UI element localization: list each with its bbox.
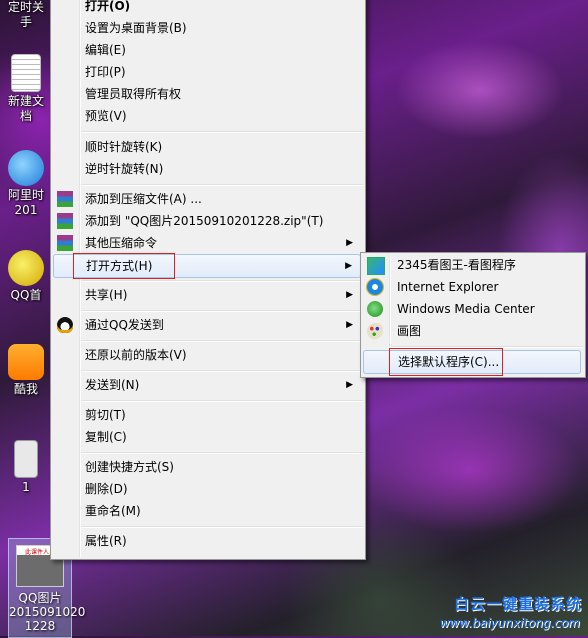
menu-item-label: 删除(D)	[85, 482, 128, 496]
winrar-icon	[57, 235, 73, 251]
menu-item-label: 还原以前的版本(V)	[85, 348, 187, 362]
submenu-item-2345-viewer[interactable]: 2345看图王-看图程序	[363, 254, 581, 276]
selected-file-label: QQ图片 2015091020 1228	[9, 591, 86, 633]
menu-item-label: 打开(O)	[85, 0, 131, 13]
menu-item-label: 其他压缩命令	[85, 236, 158, 250]
internet-explorer-icon	[367, 279, 383, 295]
menu-item-share[interactable]: 共享(H) ▶	[53, 284, 361, 306]
menu-separator	[81, 131, 363, 133]
menu-item-label: 设置为桌面背景(B)	[85, 21, 187, 35]
desktop-icon-aliwangwang[interactable]: 阿里时 201	[0, 150, 52, 218]
menu-item-label: 顺时针旋转(K)	[85, 140, 163, 154]
menu-item-label: 添加到压缩文件(A) ...	[85, 192, 202, 206]
submenu-arrow-icon: ▶	[346, 320, 353, 330]
menu-item-label: 复制(C)	[85, 430, 127, 444]
submenu-item-label: 2345看图王-看图程序	[397, 258, 516, 272]
submenu-item-label: 画图	[397, 324, 422, 338]
submenu-item-label: Internet Explorer	[397, 280, 499, 294]
menu-item-copy[interactable]: 复制(C)	[53, 426, 361, 448]
desktop-icon-label: 酷我	[13, 382, 38, 396]
menu-item-other-compress[interactable]: 其他压缩命令 ▶	[53, 232, 361, 254]
menu-separator	[81, 280, 363, 282]
menu-item-label: 逆时针旋转(N)	[85, 162, 164, 176]
menu-item-label: 重命名(M)	[85, 504, 141, 518]
menu-item-delete[interactable]: 删除(D)	[53, 478, 361, 500]
menu-item-send-to[interactable]: 发送到(N) ▶	[53, 374, 361, 396]
submenu-arrow-icon: ▶	[346, 290, 353, 300]
menu-item-cut[interactable]: 剪切(T)	[53, 404, 361, 426]
menu-item-label: 通过QQ发送到	[85, 318, 164, 332]
menu-item-label: 发送到(N)	[85, 378, 140, 392]
menu-separator	[81, 452, 363, 454]
menu-item-take-ownership[interactable]: 管理员取得所有权	[53, 83, 361, 105]
menu-item-label: 管理员取得所有权	[85, 87, 182, 101]
qq-penguin-icon	[57, 317, 73, 333]
menu-item-label: 打印(P)	[85, 65, 126, 79]
menu-item-send-via-qq[interactable]: 通过QQ发送到 ▶	[53, 314, 361, 336]
menu-item-label: 属性(R)	[85, 534, 127, 548]
qq-browser-icon	[8, 250, 44, 286]
desktop-icon-file[interactable]: 1	[0, 440, 52, 495]
menu-item-set-wallpaper[interactable]: 设置为桌面背景(B)	[53, 17, 361, 39]
menu-item-print[interactable]: 打印(P)	[53, 61, 361, 83]
menu-item-create-shortcut[interactable]: 创建快捷方式(S)	[53, 456, 361, 478]
desktop-icon-label: 阿里时 201	[7, 188, 44, 217]
menu-item-add-to-zip[interactable]: 添加到 "QQ图片20150910201228.zip"(T)	[53, 210, 361, 232]
menu-item-label: 编辑(E)	[85, 43, 126, 57]
menu-item-preview[interactable]: 预览(V)	[53, 105, 361, 127]
menu-item-restore-versions[interactable]: 还原以前的版本(V)	[53, 344, 361, 366]
menu-separator	[81, 340, 363, 342]
winrar-icon	[57, 213, 73, 229]
menu-item-rotate-cw[interactable]: 顺时针旋转(K)	[53, 136, 361, 158]
desktop-icon-label: 1	[22, 480, 30, 494]
menu-separator	[81, 184, 363, 186]
aliwangwang-icon	[8, 150, 44, 186]
desktop-icon-timer[interactable]: 定时关 手	[0, 0, 52, 30]
watermark-brand: 白云一键重装系统	[453, 595, 582, 613]
desktop-icon-qq[interactable]: QQ首	[0, 250, 52, 303]
paint-icon	[367, 323, 383, 339]
menu-item-add-to-archive[interactable]: 添加到压缩文件(A) ...	[53, 188, 361, 210]
submenu-item-internet-explorer[interactable]: Internet Explorer	[363, 276, 581, 298]
submenu-arrow-icon: ▶	[345, 261, 352, 271]
menu-item-open[interactable]: 打开(O)	[53, 0, 361, 17]
desktop-icon-label: 新建文 档	[7, 94, 44, 123]
watermark-url: www.baiyunxitong.com	[439, 616, 580, 630]
submenu-item-media-center[interactable]: Windows Media Center	[363, 298, 581, 320]
menu-item-rotate-ccw[interactable]: 逆时针旋转(N)	[53, 158, 361, 180]
winrar-icon	[57, 191, 73, 207]
menu-item-edit[interactable]: 编辑(E)	[53, 39, 361, 61]
kuwo-music-icon	[8, 344, 44, 380]
desktop-icon-new-doc[interactable]: 新建文 档	[0, 54, 52, 124]
menu-item-label: 剪切(T)	[85, 408, 126, 422]
menu-item-label: 共享(H)	[85, 288, 128, 302]
submenu-item-label: Windows Media Center	[397, 302, 535, 316]
menu-item-label: 创建快捷方式(S)	[85, 460, 174, 474]
windows-media-center-icon	[367, 301, 383, 317]
desktop-icon-label: 定时关 手	[7, 0, 44, 29]
submenu-arrow-icon: ▶	[346, 238, 353, 248]
open-with-highlight-box	[73, 253, 175, 279]
context-menu: 打开(O) 设置为桌面背景(B) 编辑(E) 打印(P) 管理员取得所有权 预览…	[50, 0, 366, 560]
menu-item-rename[interactable]: 重命名(M)	[53, 500, 361, 522]
menu-separator	[81, 310, 363, 312]
menu-separator	[81, 370, 363, 372]
desktop-icon-kuwo[interactable]: 酷我	[0, 344, 52, 397]
choose-default-highlight-box	[389, 348, 503, 376]
image-viewer-icon	[367, 257, 385, 275]
desktop-icon-label: QQ首	[10, 288, 42, 302]
menu-separator	[81, 526, 363, 528]
menu-item-label: 添加到 "QQ图片20150910201228.zip"(T)	[85, 214, 324, 228]
submenu-arrow-icon: ▶	[346, 380, 353, 390]
menu-item-properties[interactable]: 属性(R)	[53, 530, 361, 552]
text-document-icon	[11, 54, 41, 92]
menu-item-label: 预览(V)	[85, 109, 127, 123]
menu-separator	[81, 400, 363, 402]
file-icon	[14, 440, 38, 478]
open-with-submenu: 2345看图王-看图程序 Internet Explorer Windows M…	[360, 252, 586, 378]
submenu-item-paint[interactable]: 画图	[363, 320, 581, 342]
